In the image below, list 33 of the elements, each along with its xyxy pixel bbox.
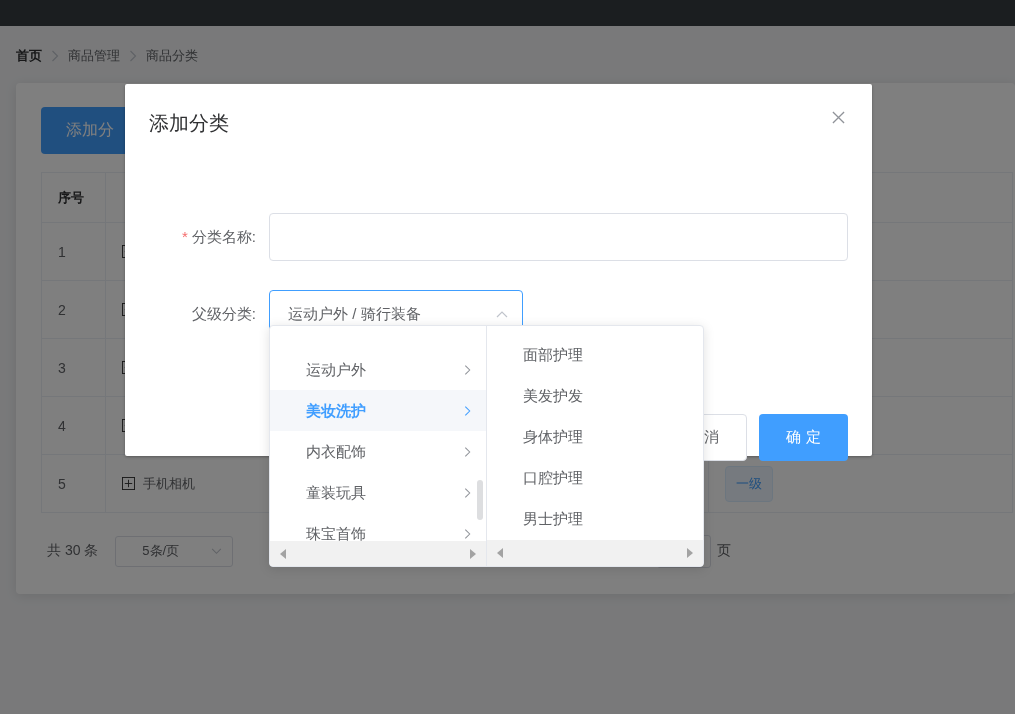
menu-item[interactable]: 身体护理 bbox=[487, 416, 703, 457]
menu-item[interactable]: 珠宝首饰 bbox=[270, 513, 486, 554]
scrollbar-thumb[interactable] bbox=[477, 480, 483, 520]
close-icon[interactable] bbox=[832, 111, 845, 124]
table-cell: 3 bbox=[58, 359, 66, 376]
table-cell: 4 bbox=[58, 417, 66, 434]
menu-item[interactable]: 口腔护理 bbox=[487, 457, 703, 498]
field-label: 分类名称: bbox=[191, 227, 256, 247]
table-cell: 2 bbox=[58, 301, 66, 318]
menu-item[interactable]: 运动户外 bbox=[270, 349, 486, 390]
table-cell: 1 bbox=[58, 243, 66, 260]
menu-item[interactable]: 内衣配饰 bbox=[270, 431, 486, 472]
menu-item[interactable]: 美发护发 bbox=[487, 375, 703, 416]
table-cell: 5 bbox=[58, 475, 66, 492]
menu-item[interactable]: 男士护理 bbox=[487, 498, 703, 539]
horizontal-scrollbar[interactable] bbox=[487, 540, 703, 566]
scroll-left-icon[interactable] bbox=[497, 548, 503, 559]
horizontal-scrollbar[interactable] bbox=[270, 541, 486, 566]
total-count: 共 30 条 bbox=[47, 542, 99, 560]
caret-icon bbox=[211, 547, 223, 555]
expand-icon[interactable] bbox=[122, 477, 135, 490]
scroll-right-icon[interactable] bbox=[470, 548, 476, 559]
scroll-left-icon[interactable] bbox=[280, 548, 286, 559]
table-header: 序号 bbox=[41, 172, 106, 223]
menu-item[interactable]: 童装玩具 bbox=[270, 472, 486, 513]
name-input-field[interactable] bbox=[269, 213, 848, 261]
breadcrumb-link[interactable]: 首页 bbox=[16, 47, 42, 65]
page-suffix: 页 bbox=[717, 542, 732, 560]
required-mark: * bbox=[182, 227, 188, 247]
field-label: 父级分类: bbox=[191, 304, 256, 324]
page-size-select[interactable]: 5条/页 bbox=[115, 535, 234, 567]
scroll-right-icon[interactable] bbox=[687, 548, 693, 559]
table-cell: 手机相机 bbox=[143, 474, 195, 493]
